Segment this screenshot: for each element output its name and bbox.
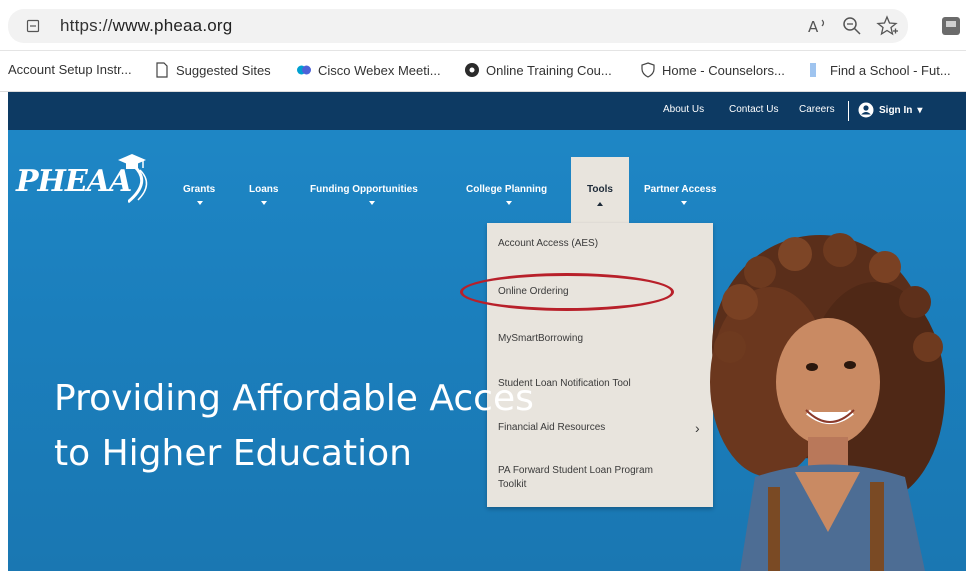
extension-icon[interactable] — [940, 15, 962, 37]
chevron-down-icon — [261, 201, 267, 205]
highlight-ellipse — [460, 273, 674, 311]
nav-funding-opportunities[interactable]: Funding Opportunities — [310, 184, 418, 195]
chevron-down-icon — [506, 201, 512, 205]
favorite-label: Home - Counselors... — [662, 62, 785, 78]
favorite-home-counselors[interactable]: Home - Counselors... — [640, 62, 785, 78]
careers-link[interactable]: Careers — [799, 104, 835, 115]
hero-student-photo — [710, 233, 945, 571]
tools-label: Tools — [587, 184, 613, 195]
favorite-label: Cisco Webex Meeti... — [318, 62, 441, 78]
chevron-down-icon — [681, 201, 687, 205]
nav-grants[interactable]: Grants — [183, 184, 215, 195]
chevron-right-icon: › — [695, 420, 700, 436]
chevron-up-icon — [597, 202, 603, 206]
user-icon — [858, 102, 874, 118]
about-us-link[interactable]: About Us — [663, 104, 704, 115]
page-icon — [156, 62, 168, 78]
nav-partner-access[interactable]: Partner Access — [644, 184, 716, 195]
utility-divider — [848, 101, 849, 121]
menu-item-mysmartborrowing[interactable]: MySmartBorrowing — [498, 332, 693, 346]
nav-tools[interactable]: Tools — [571, 157, 629, 225]
favorite-find-a-school[interactable]: Find a School - Fut... — [808, 62, 951, 78]
utility-bar: About Us Contact Us Careers Sign In ▾ — [8, 92, 966, 130]
logo-swoosh-icon — [128, 164, 148, 204]
nav-loans[interactable]: Loans — [249, 184, 278, 195]
sign-in-label: Sign In — [879, 104, 913, 116]
favorite-label: Account Setup Instr... — [8, 62, 132, 77]
favorite-webex[interactable]: Cisco Webex Meeti... — [296, 62, 441, 78]
favorite-label: Find a School - Fut... — [830, 62, 951, 78]
favorite-label: Suggested Sites — [176, 62, 271, 78]
favorites-bar: Account Setup Instr... Suggested Sites C… — [0, 51, 966, 92]
favorite-account-setup[interactable]: Account Setup Instr... — [8, 62, 132, 77]
favorite-label: Online Training Cou... — [486, 62, 612, 78]
browser-address-bar: https://www.pheaa.org A — [0, 0, 966, 51]
contact-us-link[interactable]: Contact Us — [729, 104, 778, 115]
menu-item-account-access[interactable]: Account Access (AES) — [498, 237, 693, 251]
svg-text:A: A — [808, 18, 819, 36]
menu-item-financial-aid-resources[interactable]: Financial Aid Resources — [498, 421, 693, 435]
nav-college-planning[interactable]: College Planning — [466, 184, 547, 195]
doc-icon — [810, 63, 816, 77]
read-aloud-icon[interactable]: A — [805, 14, 829, 38]
pheaa-logo[interactable]: PHEAA — [16, 164, 132, 199]
chevron-down-icon: ▾ — [917, 104, 923, 116]
favorite-star-icon[interactable] — [876, 14, 900, 38]
chevron-down-icon — [369, 201, 375, 205]
lock-icon[interactable] — [26, 19, 40, 33]
url-text[interactable]: https://www.pheaa.org — [60, 16, 232, 36]
sign-in-button[interactable]: Sign In ▾ — [858, 102, 922, 118]
chevron-down-icon — [197, 201, 203, 205]
menu-item-pa-forward-toolkit[interactable]: PA Forward Student Loan Program Toolkit — [498, 464, 678, 492]
hero-heading-line-2: to Higher Education — [54, 433, 412, 474]
hero-heading-line-1: Providing Affordable Acces — [54, 378, 534, 419]
zoom-icon[interactable] — [840, 14, 864, 38]
favorite-online-training[interactable]: Online Training Cou... — [464, 62, 612, 78]
tools-dropdown-menu: Account Access (AES) Online Ordering MyS… — [487, 223, 713, 507]
pheaa-site: About Us Contact Us Careers Sign In ▾ PH… — [8, 92, 966, 571]
favorite-suggested-sites[interactable]: Suggested Sites — [154, 62, 271, 78]
shield-icon — [641, 62, 655, 78]
webex-icon — [297, 65, 311, 75]
dark-circle-icon — [465, 63, 479, 77]
